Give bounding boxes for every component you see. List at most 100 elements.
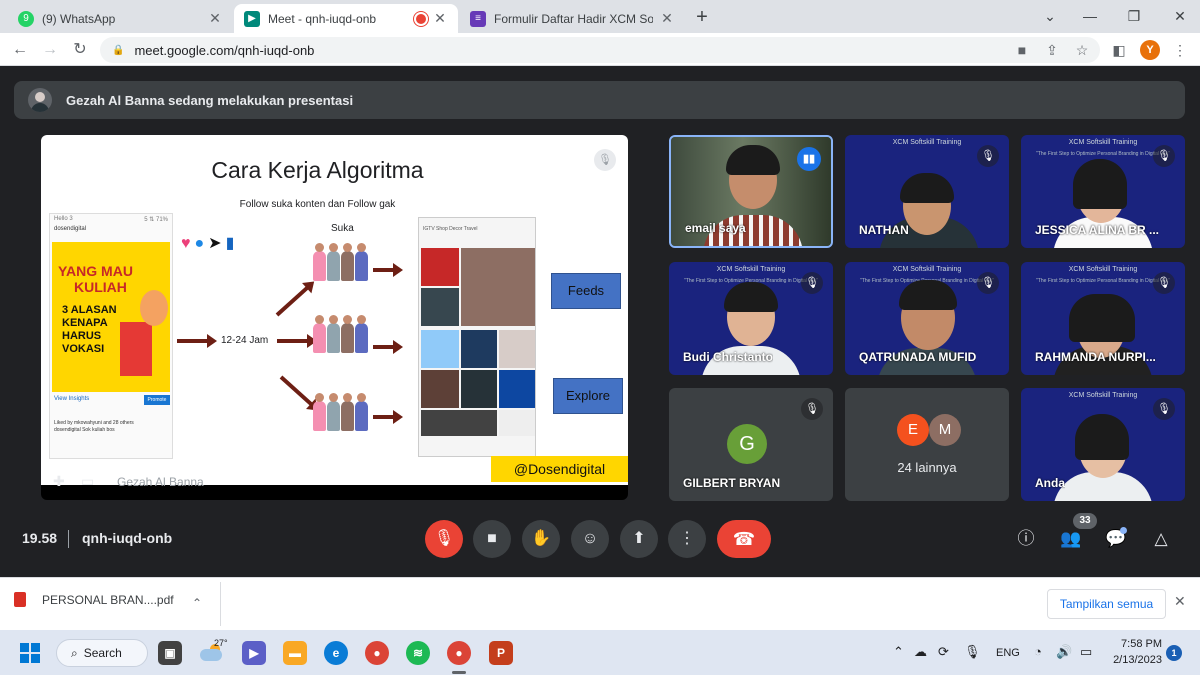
grid-thumbnail	[421, 288, 459, 326]
reactions-button[interactable]: ☺	[571, 520, 609, 558]
close-tab-icon[interactable]: ✕	[432, 10, 448, 27]
battery-icon[interactable]: ▭	[1080, 644, 1092, 660]
chat-app-icon[interactable]: ▶	[242, 641, 266, 665]
wifi-icon[interactable]: ◔	[1034, 644, 1042, 659]
participant-tile-anda[interactable]: XCM Softskill Training 🎙 Anda	[1021, 388, 1185, 501]
taskbar-search[interactable]: ⌕ Search	[56, 639, 148, 667]
more-options-button[interactable]: ⋮	[668, 520, 706, 558]
menu-icon[interactable]: ⋮	[1168, 38, 1192, 62]
participant-hair	[1075, 414, 1129, 460]
address-bar: ← → ↻ 🔒 meet.google.com/qnh-iuqd-onb ■ ⇪…	[0, 33, 1200, 66]
participant-hair	[899, 280, 957, 310]
meet-stage: Gezah Al Banna sedang melakukan presenta…	[0, 67, 1200, 577]
start-button-icon[interactable]	[20, 643, 40, 663]
mic-off-icon: 🎙	[1153, 145, 1175, 167]
task-view-icon[interactable]: ▣	[158, 641, 182, 665]
pin-icon[interactable]: ✚	[53, 473, 65, 490]
suka-label: Suka	[331, 223, 354, 234]
chrome-profile-icon[interactable]: ●	[447, 641, 471, 665]
raise-hand-button[interactable]: ✋	[522, 520, 560, 558]
refresh-sync-icon[interactable]: ⟳	[938, 644, 949, 660]
share-icon[interactable]: ⇪	[1040, 38, 1064, 62]
post-caption: Liked by mkowahyuni and 28 others dosendi…	[54, 420, 134, 433]
lock-icon[interactable]: 🔒	[112, 45, 124, 56]
url-input[interactable]: 🔒 meet.google.com/qnh-iuqd-onb	[100, 37, 1100, 63]
minimize-icon[interactable]: —	[1070, 4, 1110, 28]
presentation-banner: Gezah Al Banna sedang melakukan presenta…	[14, 81, 1185, 119]
arrow-shape	[275, 284, 312, 317]
tab-search-icon[interactable]: ⌄	[1030, 4, 1070, 28]
file-explorer-icon[interactable]: ▬	[283, 641, 307, 665]
explore-chips: IGTV Shop Decor Travel	[423, 226, 478, 232]
participant-tile-email-saya[interactable]: ▮▮ email saya	[669, 135, 833, 248]
cloud-sync-icon[interactable]: ☁	[914, 644, 927, 660]
participant-tile-nathan[interactable]: XCM Softskill Training 🎙 NATHAN	[845, 135, 1009, 248]
close-tab-icon[interactable]: ✕	[659, 10, 675, 27]
taskbar-time[interactable]: 7:58 PM	[1114, 638, 1162, 650]
reload-icon[interactable]: ↻	[68, 38, 92, 62]
feeds-box: Feeds	[551, 273, 621, 309]
tab-meet[interactable]: ▶ Meet - qnh-iuqd-onb ✕	[234, 4, 458, 33]
tab-forms[interactable]: ≡ Formulir Daftar Hadir XCM Softskill ✕	[460, 4, 685, 33]
notification-badge[interactable]: 1	[1166, 645, 1182, 661]
microphone-icon[interactable]: 🎙	[964, 644, 981, 660]
download-bar: PERSONAL BRAN....pdf ⌃ Tampilkan semua ✕	[0, 577, 1200, 630]
powerpoint-icon[interactable]: P	[489, 641, 513, 665]
present-screen-icon[interactable]: ▭	[81, 473, 94, 490]
toggle-mic-button[interactable]: 🎙	[425, 520, 463, 558]
tab-whatsapp[interactable]: 9 (9) WhatsApp ✕	[8, 4, 233, 33]
close-window-icon[interactable]: ✕	[1160, 4, 1200, 28]
present-now-button[interactable]: ⬆	[620, 520, 658, 558]
taskbar-date[interactable]: 2/13/2023	[1104, 654, 1162, 666]
close-icon[interactable]: ✕	[1174, 593, 1186, 610]
edge-browser-icon[interactable]: e	[324, 641, 348, 665]
grid-thumbnail	[421, 248, 459, 286]
camera-icon[interactable]: ■	[1010, 38, 1034, 62]
toggle-camera-button[interactable]: ■	[473, 520, 511, 558]
participant-tile-rahmanda[interactable]: XCM Softskill Training "The First Step t…	[1021, 262, 1185, 375]
chrome-icon[interactable]: ●	[365, 641, 389, 665]
volume-icon[interactable]: 🔊	[1056, 644, 1072, 660]
meeting-clock: 19.58	[22, 530, 58, 546]
send-icon: ➤	[208, 235, 226, 252]
profile-avatar[interactable]: Y	[1140, 40, 1160, 60]
tab-title: Meet - qnh-iuqd-onb	[268, 11, 377, 26]
show-hidden-icons-icon[interactable]: ⌃	[893, 644, 904, 660]
poster-image: YANG MAU KULIAH 3 ALASAN KENAPA HARUS VO…	[52, 242, 170, 392]
present-icon: ⬆	[632, 530, 646, 547]
others-count: 24 lainnya	[897, 460, 957, 475]
slide: Cara Kerja Algoritma Follow suka konten …	[41, 135, 628, 485]
download-item[interactable]: PERSONAL BRAN....pdf	[14, 592, 174, 607]
participant-hair	[1073, 159, 1127, 209]
url-text: meet.google.com/qnh-iuqd-onb	[134, 42, 315, 58]
back-icon[interactable]: ←	[8, 38, 32, 62]
spotify-icon[interactable]: ≋	[406, 641, 430, 665]
forward-icon[interactable]: →	[38, 38, 62, 62]
mic-off-icon: 🎙	[801, 398, 823, 420]
others-tile[interactable]: E M 24 lainnya	[845, 388, 1009, 501]
language-indicator[interactable]: ENG	[996, 647, 1020, 659]
chevron-up-icon[interactable]: ⌃	[192, 596, 202, 610]
bookmark-star-icon[interactable]: ☆	[1070, 38, 1094, 62]
mic-off-icon: 🎙	[594, 149, 616, 171]
restore-icon[interactable]: ❐	[1114, 4, 1154, 28]
show-all-downloads-button[interactable]: Tampilkan semua	[1047, 589, 1166, 619]
meeting-details-button[interactable]: ⓘ	[1014, 527, 1038, 551]
active-app-indicator	[452, 671, 466, 674]
close-tab-icon[interactable]: ✕	[207, 10, 223, 27]
poster-book-illustration	[120, 322, 152, 376]
meeting-code: qnh-iuqd-onb	[82, 530, 173, 546]
poster-title-line: YANG MAU	[58, 263, 133, 279]
participant-tile-qatrunada[interactable]: XCM Softskill Training "The First Step t…	[845, 262, 1009, 375]
side-panel-icon[interactable]: ◧	[1107, 38, 1131, 62]
people-button[interactable]: 👥	[1059, 527, 1083, 551]
presentation-tile[interactable]: Cara Kerja Algoritma Follow suka konten …	[41, 135, 628, 500]
slide-title: Cara Kerja Algoritma	[211, 157, 424, 183]
participant-tile-gilbert[interactable]: G 🎙 GILBERT BRYAN	[669, 388, 833, 501]
tab-title: Formulir Daftar Hadir XCM Softskill	[494, 11, 653, 26]
participant-tile-budi[interactable]: XCM Softskill Training "The First Step t…	[669, 262, 833, 375]
new-tab-button[interactable]: +	[690, 6, 714, 30]
participant-tile-jessica[interactable]: XCM Softskill Training "The First Step t…	[1021, 135, 1185, 248]
leave-call-button[interactable]: ☎	[717, 520, 771, 558]
activities-button[interactable]: △	[1149, 527, 1173, 551]
